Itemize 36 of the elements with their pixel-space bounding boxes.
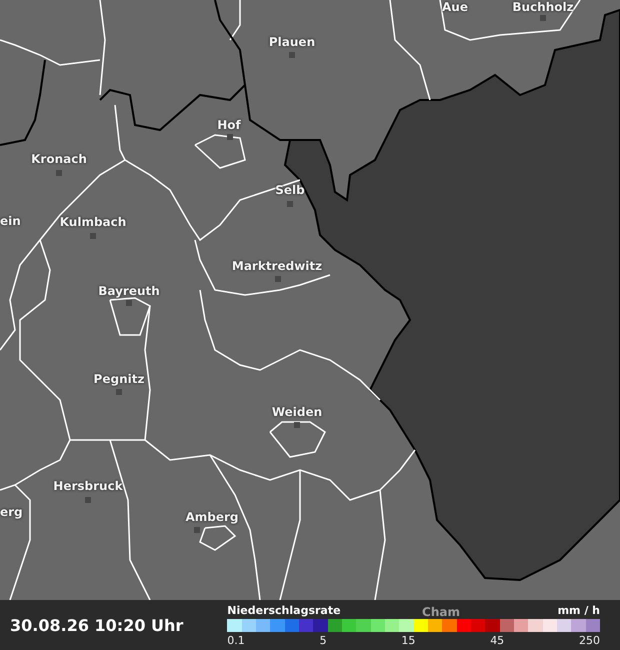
city-label: Pegnitz bbox=[94, 372, 144, 386]
city-label: Bayreuth bbox=[98, 284, 160, 298]
city-marker bbox=[116, 389, 122, 395]
city-marker bbox=[294, 422, 300, 428]
city-marker bbox=[289, 52, 295, 58]
city-marker bbox=[90, 233, 96, 239]
legend-tick: 5 bbox=[320, 634, 327, 646]
city-label: Amberg bbox=[185, 510, 239, 524]
legend-tick: 0.1 bbox=[227, 634, 245, 646]
city-marker bbox=[227, 134, 233, 140]
city-label: Weiden bbox=[272, 405, 322, 419]
legend-unit: mm / h bbox=[558, 604, 600, 616]
city-label: ein bbox=[0, 214, 21, 228]
city-label: Selb bbox=[275, 183, 305, 197]
legend-tick: 15 bbox=[401, 634, 416, 646]
city-label: Kronach bbox=[31, 152, 87, 166]
city-label: Aue bbox=[442, 0, 468, 14]
city-label: erg bbox=[0, 505, 23, 519]
legend-tick: 45 bbox=[490, 634, 504, 646]
legend-tick: 250 bbox=[578, 634, 600, 646]
legend-title: Niederschlagsrate bbox=[227, 604, 341, 616]
city-label: Marktredwitz bbox=[232, 259, 322, 273]
city-label: Hersbruck bbox=[53, 479, 123, 493]
city-label: Plauen bbox=[268, 35, 316, 49]
city-marker bbox=[85, 497, 91, 503]
timestamp: 30.08.26 10:20 Uhr bbox=[10, 616, 184, 634]
city-marker bbox=[126, 300, 132, 306]
city-marker bbox=[56, 170, 62, 176]
city-marker bbox=[540, 15, 546, 21]
city-label: Buchholz bbox=[512, 0, 574, 14]
city-label: Kulmbach bbox=[60, 215, 126, 229]
city-label: Hof bbox=[217, 118, 241, 132]
city-marker bbox=[287, 201, 293, 207]
city-marker bbox=[194, 527, 200, 533]
city-label: Cham bbox=[422, 605, 460, 619]
city-marker bbox=[275, 276, 281, 282]
